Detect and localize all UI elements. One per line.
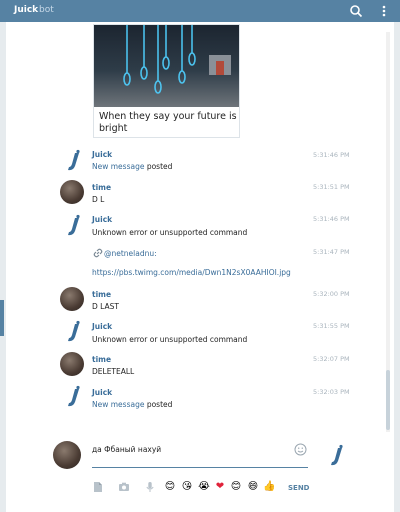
juick-logo-icon[interactable] bbox=[62, 214, 86, 238]
emoji-smile-icon[interactable]: 😊 bbox=[164, 481, 176, 493]
message-author[interactable]: time bbox=[92, 355, 111, 364]
bot-logo-icon[interactable] bbox=[325, 444, 349, 468]
title-bar: Juick bot bbox=[0, 0, 400, 22]
left-resize-handle[interactable] bbox=[0, 300, 4, 336]
media-photo[interactable] bbox=[94, 25, 239, 107]
url-link[interactable]: https://pbs.twimg.com/media/Dwn1N2sX0AAH… bbox=[92, 268, 291, 277]
message-author[interactable]: time bbox=[92, 183, 111, 192]
message-text: DELETEALL bbox=[92, 367, 135, 376]
juick-logo-icon[interactable] bbox=[62, 320, 86, 344]
emoji-thumbs-up-icon[interactable]: 👍 bbox=[263, 481, 275, 493]
emoji-cry-icon[interactable]: 😭 bbox=[198, 481, 210, 493]
chat-subtitle: bot bbox=[39, 5, 54, 15]
message-time: 5:32:00 PM bbox=[313, 290, 350, 298]
new-message-link[interactable]: New message bbox=[92, 162, 144, 171]
message-author[interactable]: Juick bbox=[92, 150, 112, 159]
message-text: New message posted bbox=[92, 162, 173, 171]
neon-nooses-image bbox=[123, 25, 231, 94]
scrollbar-thumb[interactable] bbox=[386, 370, 390, 430]
message-time: 5:31:47 PM bbox=[313, 248, 350, 256]
emoji-grin-icon[interactable]: 😄 bbox=[247, 481, 259, 493]
message-time: 5:31:51 PM bbox=[313, 183, 350, 191]
send-button[interactable]: SEND bbox=[288, 484, 310, 492]
juick-logo-icon[interactable] bbox=[62, 385, 86, 409]
message-time: 5:31:55 PM bbox=[313, 322, 350, 330]
message-text: Unknown error or unsupported command bbox=[92, 228, 248, 237]
new-message-link[interactable]: New message bbox=[92, 400, 144, 409]
message-time: 5:32:03 PM bbox=[313, 388, 350, 396]
message-text: Unknown error or unsupported command bbox=[92, 335, 248, 344]
my-avatar[interactable] bbox=[53, 441, 81, 469]
telegram-window: Juick bot When they say your future is b… bbox=[0, 0, 400, 512]
chat-scrollbar[interactable] bbox=[386, 32, 390, 432]
media-message[interactable]: When they say your future is bright bbox=[93, 24, 240, 138]
message-author[interactable]: Juick bbox=[92, 322, 112, 331]
document-icon[interactable] bbox=[92, 481, 104, 493]
message-text: D L bbox=[92, 195, 105, 204]
camera-icon[interactable] bbox=[118, 481, 130, 493]
message-time: 5:32:07 PM bbox=[313, 355, 350, 363]
message-text: New message posted bbox=[92, 400, 173, 409]
emoji-heart-icon[interactable]: ❤ bbox=[214, 481, 226, 493]
message-input[interactable]: да Фбаный нахуй bbox=[92, 442, 308, 468]
media-caption: When they say your future is bright bbox=[99, 111, 237, 134]
mention-link[interactable]: @netneladnu: bbox=[104, 249, 157, 258]
message-time: 5:31:46 PM bbox=[313, 151, 350, 159]
avatar[interactable] bbox=[60, 352, 84, 376]
search-icon[interactable] bbox=[348, 3, 364, 19]
avatar[interactable] bbox=[60, 287, 84, 311]
juick-logo-icon[interactable] bbox=[62, 149, 86, 173]
more-vert-icon[interactable] bbox=[376, 3, 392, 19]
emoji-panel-icon[interactable] bbox=[294, 443, 307, 456]
link-icon bbox=[93, 248, 103, 258]
microphone-icon[interactable] bbox=[144, 481, 156, 493]
chat-title[interactable]: Juick bbox=[14, 5, 38, 15]
avatar[interactable] bbox=[60, 180, 84, 204]
message-text: D LAST bbox=[92, 302, 119, 311]
message-author[interactable]: time bbox=[92, 290, 111, 299]
message-author[interactable]: Juick bbox=[92, 215, 112, 224]
message-time: 5:31:46 PM bbox=[313, 215, 350, 223]
emoji-kiss-icon[interactable]: 😘 bbox=[181, 481, 193, 493]
emoji-blush-icon[interactable]: 😊 bbox=[230, 481, 242, 493]
message-author[interactable]: Juick bbox=[92, 388, 112, 397]
